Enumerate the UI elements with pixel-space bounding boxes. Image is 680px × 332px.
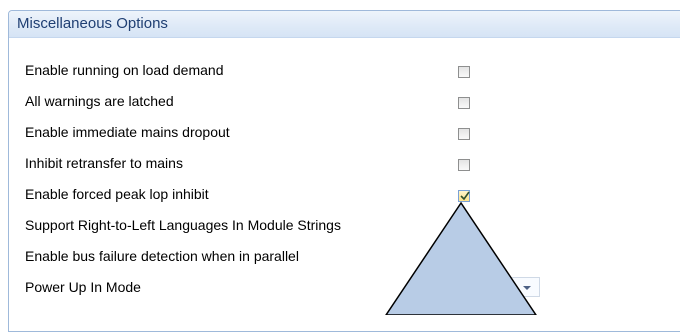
callout-shape: [385, 201, 537, 315]
callout-pointer: [385, 201, 537, 315]
